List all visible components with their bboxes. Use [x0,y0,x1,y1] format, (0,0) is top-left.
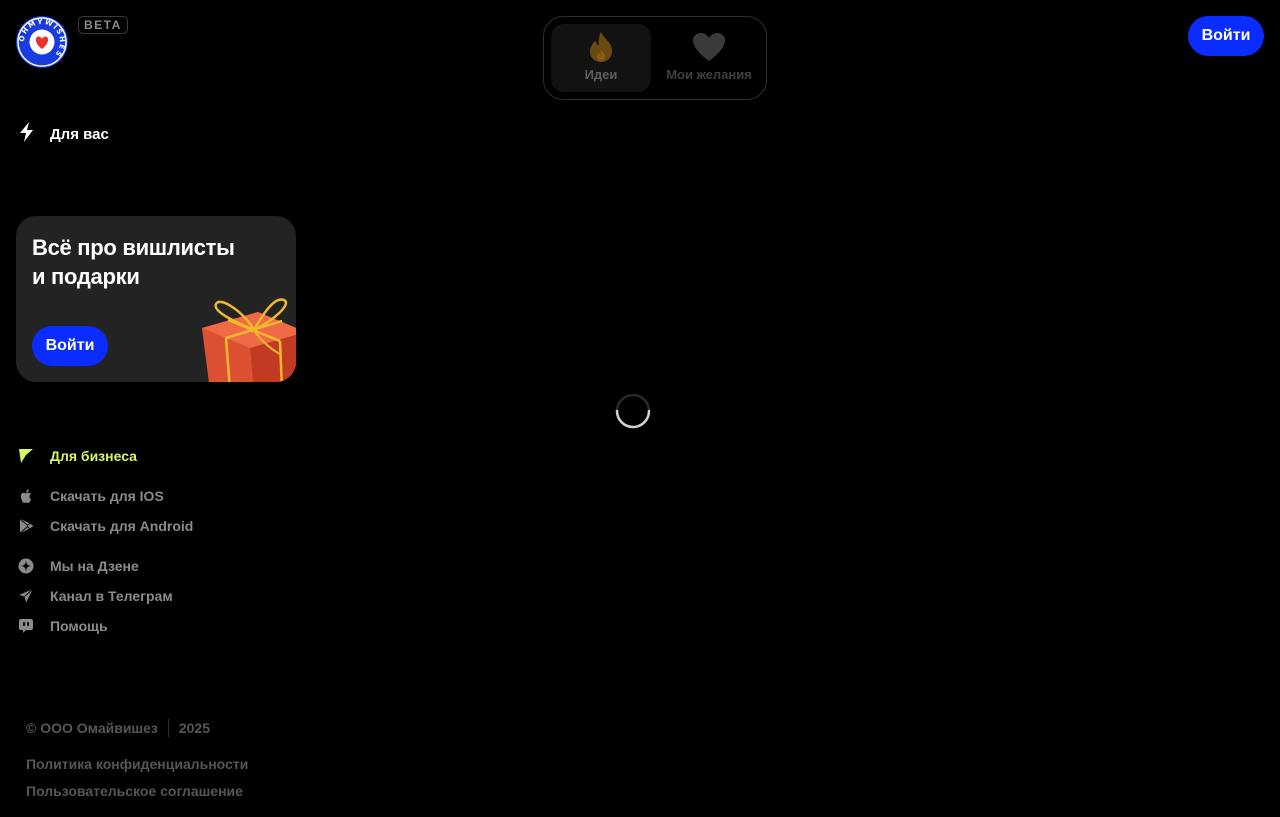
flame-icon [584,30,618,64]
sidebar-link-business[interactable]: Для бизнеса [18,446,137,466]
promo-title: Всё про вишлисты и подарки [32,233,262,291]
heart-icon [692,30,726,64]
promo-card: Всё про вишлисты и подарки Войти [16,216,296,382]
login-button[interactable]: Войти [1188,16,1264,56]
page: OHMYWISHES BETA Идеи Мои желания Войти Д… [0,0,1280,817]
sidebar-link-label: Скачать для Android [50,518,194,534]
sidebar-link-dzen[interactable]: Мы на Дзене [18,556,139,576]
footer-copyright: © ООО Омайвишез 2025 [26,718,210,738]
promo-login-button[interactable]: Войти [32,326,108,366]
sidebar-link-ios[interactable]: Скачать для IOS [18,486,164,506]
tab-ideas-label: Идеи [584,67,618,82]
sidebar-link-label: Помощь [50,618,108,634]
logo[interactable]: OHMYWISHES [16,16,68,68]
google-play-icon [18,518,34,534]
dzen-icon [18,558,34,574]
sidebar-link-label: Для бизнеса [50,448,137,464]
lightning-icon [18,121,36,147]
copyright-year: 2025 [178,720,211,736]
terms-link[interactable]: Пользовательское соглашение [26,783,243,799]
promo-title-line: и подарки [32,264,140,289]
sidebar-item-label: Для вас [50,125,109,143]
sidebar-link-help[interactable]: Помощь [18,616,108,636]
tab-my-wishes-label: Мои желания [666,67,752,82]
tab-my-wishes[interactable]: Мои желания [659,24,759,92]
apple-icon [18,488,34,504]
promo-title-line: Всё про вишлисты [32,235,235,260]
sidebar-item-for-you[interactable]: Для вас [18,121,109,147]
sidebar-link-telegram[interactable]: Канал в Телеграм [18,586,173,606]
loading-spinner [615,393,651,429]
sidebar-link-label: Канал в Телеграм [50,588,173,604]
help-chat-icon [18,618,34,634]
heart-badge-icon: OHMYWISHES [17,17,67,67]
privacy-policy-link[interactable]: Политика конфиденциальности [26,756,248,772]
flag-icon [18,448,34,464]
sidebar-link-android[interactable]: Скачать для Android [18,516,193,536]
footer-divider [167,719,169,737]
copyright-text: © ООО Омайвишез [26,720,158,736]
beta-badge: BETA [78,16,128,34]
sidebar-link-label: Мы на Дзене [50,558,139,574]
telegram-icon [18,588,34,604]
sidebar-link-label: Скачать для IOS [50,488,164,504]
gift-box-image [202,298,296,382]
tab-ideas[interactable]: Идеи [551,24,651,92]
top-tabs: Идеи Мои желания [543,16,767,100]
